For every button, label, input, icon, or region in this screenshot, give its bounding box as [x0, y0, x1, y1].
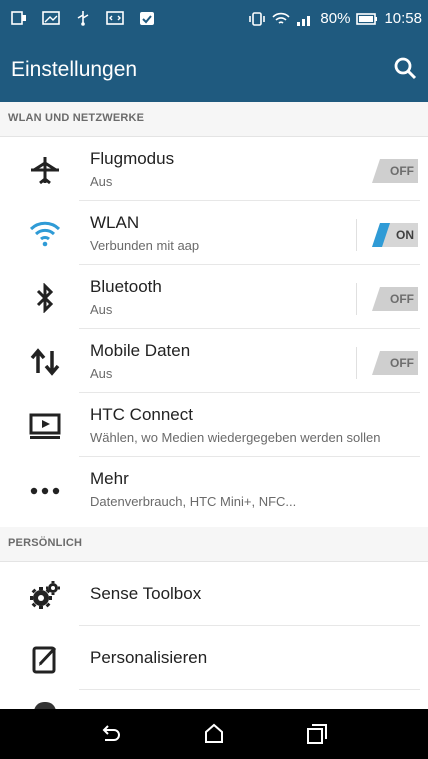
- section-header-wireless: WLAN UND NETZWERKE: [0, 102, 428, 137]
- setting-mobile-data[interactable]: Mobile Daten Aus OFF: [0, 329, 428, 393]
- clipboard-icon: [140, 12, 154, 25]
- toggle-label: OFF: [390, 356, 414, 370]
- wifi-icon: [272, 12, 291, 24]
- bluetooth-toggle[interactable]: OFF: [356, 283, 418, 315]
- signal-icon: [297, 15, 311, 26]
- page-title: Einstellungen: [11, 58, 138, 81]
- recent-apps-icon[interactable]: [305, 722, 329, 746]
- section-header-personal: PERSÖNLICH: [0, 527, 428, 562]
- setting-title: Personalisieren: [90, 648, 208, 667]
- toggle-label: ON: [396, 228, 414, 242]
- setting-title: WLAN: [90, 213, 140, 232]
- toggle-label: OFF: [390, 164, 414, 178]
- vibrate-icon: [249, 11, 266, 26]
- more-icon: [27, 475, 63, 505]
- setting-title: HTC Connect: [90, 405, 193, 424]
- setting-subtitle: Wählen, wo Medien wiedergegeben werden s…: [90, 430, 381, 445]
- toggle-separator: [356, 347, 357, 379]
- screen-icon: [11, 11, 26, 25]
- gears-icon: [27, 580, 63, 610]
- code-icon: [106, 11, 124, 25]
- toggle-separator: [356, 283, 357, 315]
- setting-sense-toolbox[interactable]: Sense Toolbox: [0, 562, 428, 626]
- status-bar: 80% 10:58: [0, 0, 428, 40]
- setting-next-partial: [0, 690, 428, 712]
- setting-personalize[interactable]: Personalisieren: [0, 626, 428, 690]
- toggle-separator: [356, 219, 357, 251]
- search-icon[interactable]: [393, 56, 417, 80]
- setting-title: Mehr: [90, 469, 129, 488]
- status-system: 80% 10:58: [248, 10, 422, 27]
- airplane-icon: [27, 155, 63, 185]
- media-cast-icon: [27, 411, 63, 441]
- setting-wlan[interactable]: WLAN Verbunden mit aap ON: [0, 201, 428, 265]
- section-title: PERSÖNLICH: [8, 537, 83, 549]
- setting-title: Sense Toolbox: [90, 584, 202, 603]
- setting-title: Bluetooth: [90, 277, 162, 296]
- mobile-data-icon: [27, 347, 63, 377]
- home-icon[interactable]: [202, 722, 226, 746]
- setting-subtitle: Datenverbrauch, HTC Mini+, NFC...: [90, 494, 297, 509]
- section-title: WLAN UND NETZWERKE: [8, 112, 145, 124]
- setting-more[interactable]: Mehr Datenverbrauch, HTC Mini+, NFC...: [0, 457, 428, 521]
- wlan-toggle[interactable]: ON: [356, 219, 418, 251]
- setting-subtitle: Aus: [90, 366, 113, 381]
- wifi-icon: [27, 219, 63, 249]
- setting-title: Mobile Daten: [90, 341, 191, 360]
- setting-title: Flugmodus: [90, 149, 175, 168]
- image-icon: [42, 11, 60, 25]
- setting-subtitle: Verbunden mit aap: [90, 238, 200, 253]
- setting-bluetooth[interactable]: Bluetooth Aus OFF: [0, 265, 428, 329]
- setting-airplane-mode[interactable]: Flugmodus Aus OFF: [0, 137, 428, 201]
- app-bar: Einstellungen: [0, 40, 428, 102]
- navigation-bar: [0, 709, 428, 759]
- toggle-label: OFF: [390, 292, 414, 306]
- battery-percent: 80%: [320, 10, 351, 27]
- back-icon[interactable]: [99, 722, 123, 746]
- bluetooth-icon: [27, 283, 63, 313]
- setting-htc-connect[interactable]: HTC Connect Wählen, wo Medien wiedergege…: [0, 393, 428, 457]
- airplane-toggle[interactable]: OFF: [372, 159, 418, 183]
- status-notifications: [10, 10, 156, 26]
- clock: 10:58: [384, 10, 422, 27]
- setting-subtitle: Aus: [90, 302, 113, 317]
- edit-icon: [27, 644, 63, 674]
- usb-icon: [77, 11, 89, 26]
- setting-subtitle: Aus: [90, 174, 113, 189]
- mobile-data-toggle[interactable]: OFF: [356, 347, 418, 379]
- battery-icon: [356, 12, 378, 25]
